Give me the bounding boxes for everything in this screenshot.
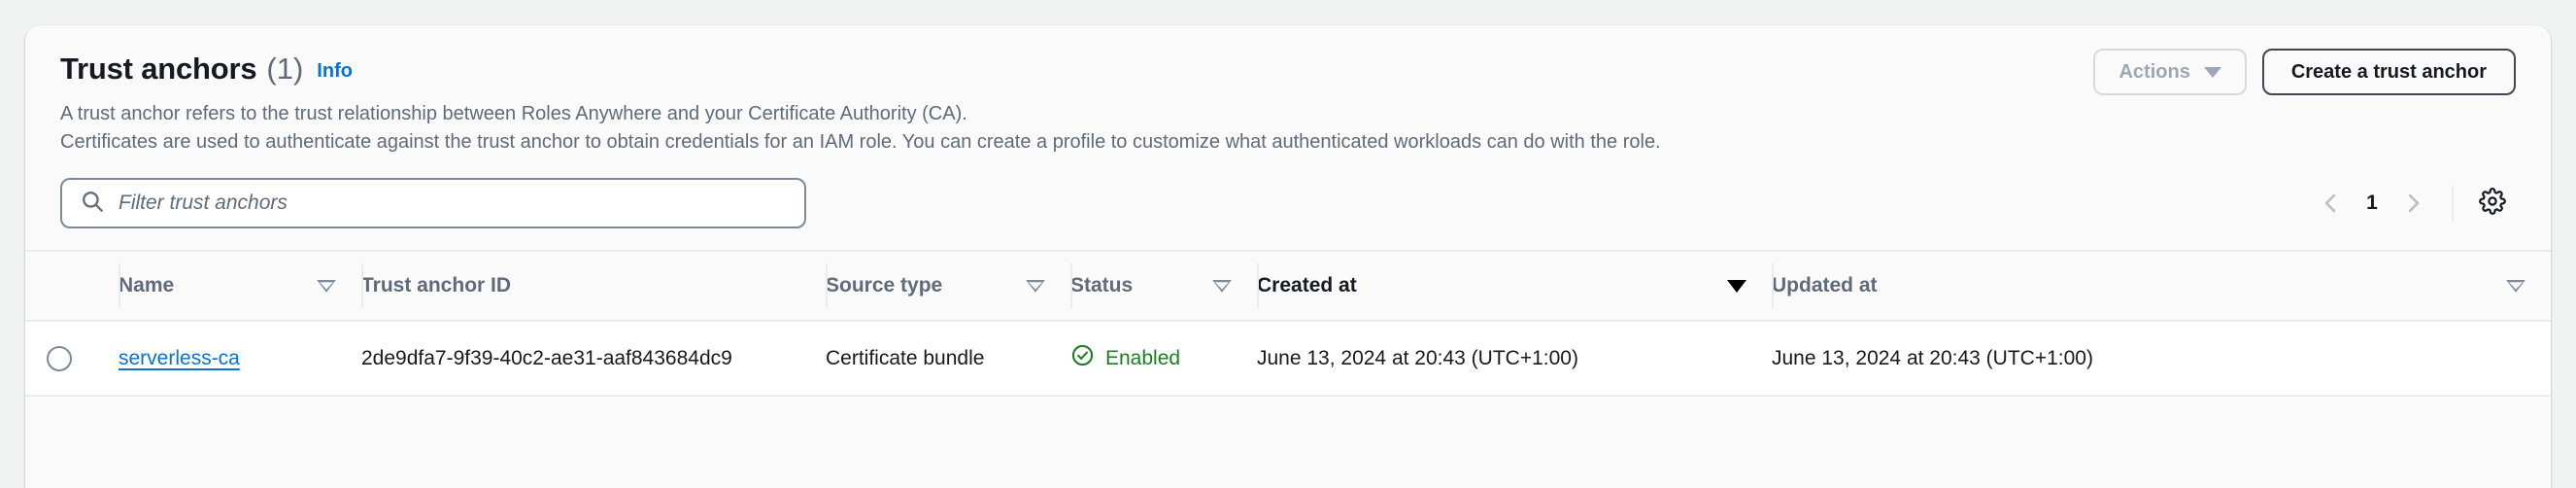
- create-trust-anchor-button[interactable]: Create a trust anchor: [2261, 49, 2516, 95]
- column-header-updated-at[interactable]: Updated at: [1772, 250, 2551, 323]
- search-box[interactable]: [60, 178, 806, 229]
- status-badge: Enabled: [1070, 343, 1180, 373]
- sort-descending-active-icon: [1727, 279, 1746, 293]
- page-number[interactable]: 1: [2355, 192, 2390, 215]
- table-header-row: Name Trust anchor ID Source type Status …: [25, 250, 2551, 323]
- column-header-source-type[interactable]: Source type: [826, 250, 1070, 323]
- column-header-created-at[interactable]: Created at: [1257, 250, 1772, 323]
- preferences-button[interactable]: [2469, 180, 2516, 227]
- sort-descending-icon: [2506, 280, 2525, 293]
- column-header-status[interactable]: Status: [1070, 250, 1257, 323]
- row-radio-button[interactable]: [47, 345, 72, 371]
- actions-button[interactable]: Actions: [2093, 49, 2247, 95]
- card-header: Trust anchors (1) Info A trust anchor re…: [25, 25, 2551, 157]
- column-header-source-type-label: Source type: [826, 274, 943, 297]
- search-icon: [80, 189, 105, 219]
- cell-created-at: June 13, 2024 at 20:43 (UTC+1:00): [1257, 321, 1772, 398]
- description-line-2: Certificates are used to authenticate ag…: [60, 131, 1661, 154]
- sort-descending-icon: [1212, 280, 1232, 293]
- column-divider: [119, 263, 120, 309]
- filter-row: 1: [60, 178, 2516, 229]
- trust-anchors-table: Name Trust anchor ID Source type Status …: [25, 250, 2551, 398]
- cell-name: serverless-ca: [119, 321, 361, 398]
- column-header-trust-anchor-id[interactable]: Trust anchor ID: [361, 250, 826, 323]
- item-count: (1): [266, 52, 304, 86]
- chevron-down-icon: [2203, 66, 2221, 78]
- header-actions: Actions Create a trust anchor: [2093, 49, 2516, 95]
- column-header-name[interactable]: Name: [119, 250, 361, 323]
- actions-button-label: Actions: [2118, 60, 2190, 83]
- sort-descending-icon: [317, 280, 336, 293]
- trust-anchor-name-link[interactable]: serverless-ca: [119, 347, 240, 369]
- column-header-status-label: Status: [1070, 274, 1134, 297]
- check-circle-icon: [1070, 343, 1095, 373]
- description: A trust anchor refers to the trust relat…: [60, 100, 2516, 157]
- create-trust-anchor-label: Create a trust anchor: [2290, 60, 2487, 83]
- select-all-header: [25, 250, 119, 323]
- filter-trust-anchors-input[interactable]: [119, 192, 771, 216]
- pagination: 1: [2308, 178, 2516, 228]
- info-link[interactable]: Info: [317, 60, 353, 83]
- cell-status: Enabled: [1070, 321, 1257, 398]
- column-divider: [1772, 263, 1774, 309]
- cell-source-type: Certificate bundle: [826, 321, 1070, 398]
- source-type-value: Certificate bundle: [826, 346, 985, 369]
- updated-at-value: June 13, 2024 at 20:43 (UTC+1:00): [1772, 346, 2093, 369]
- trust-anchor-id-value: 2de9dfa7-9f39-40c2-ae31-aaf843684dc9: [361, 346, 732, 369]
- column-divider: [1257, 263, 1259, 309]
- column-divider: [361, 263, 363, 309]
- row-select-cell: [25, 321, 119, 398]
- column-divider: [1070, 263, 1072, 309]
- cell-updated-at: June 13, 2024 at 20:43 (UTC+1:00): [1772, 321, 2551, 398]
- previous-page-button[interactable]: [2308, 180, 2355, 227]
- created-at-value: June 13, 2024 at 20:43 (UTC+1:00): [1257, 346, 1578, 369]
- status-label: Enabled: [1105, 346, 1181, 369]
- column-header-created-at-label: Created at: [1257, 274, 1357, 297]
- column-header-trust-anchor-id-label: Trust anchor ID: [361, 274, 512, 297]
- pagination-divider: [2452, 186, 2454, 222]
- page-title: Trust anchors: [60, 52, 257, 86]
- table-row[interactable]: serverless-ca 2de9dfa7-9f39-40c2-ae31-aa…: [25, 321, 2551, 398]
- trust-anchors-card: Trust anchors (1) Info A trust anchor re…: [25, 25, 2551, 488]
- cell-trust-anchor-id: 2de9dfa7-9f39-40c2-ae31-aaf843684dc9: [361, 321, 826, 398]
- column-header-updated-at-label: Updated at: [1772, 274, 1878, 297]
- sort-descending-icon: [1026, 280, 1045, 293]
- gear-icon: [2479, 187, 2506, 220]
- description-line-1: A trust anchor refers to the trust relat…: [60, 103, 967, 125]
- column-divider: [826, 263, 828, 309]
- column-header-name-label: Name: [119, 274, 175, 297]
- page-root: Trust anchors (1) Info A trust anchor re…: [0, 0, 2576, 488]
- next-page-button[interactable]: [2390, 180, 2436, 227]
